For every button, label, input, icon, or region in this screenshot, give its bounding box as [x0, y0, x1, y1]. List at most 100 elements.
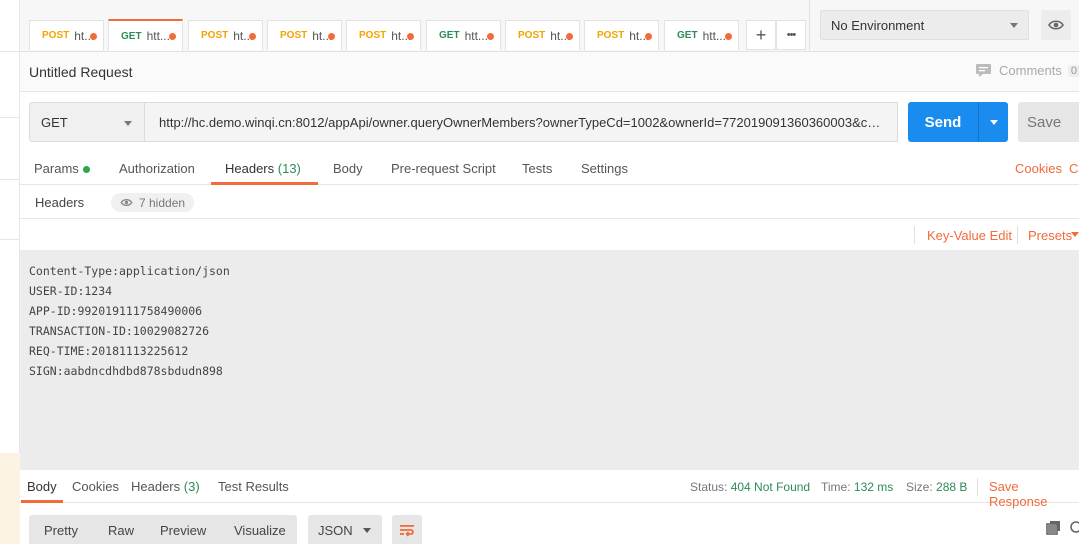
hidden-headers-label: 7 hidden [139, 195, 186, 210]
view-raw-button[interactable]: Raw [108, 523, 134, 538]
method-select[interactable]: GET [29, 102, 145, 142]
view-visualize-button[interactable]: Visualize [234, 523, 286, 538]
unsaved-dot-icon [328, 33, 335, 40]
active-tab-indicator [211, 182, 318, 185]
sidebar-row [0, 118, 20, 180]
presets-link[interactable]: Presets [1028, 228, 1072, 243]
save-button-label: Save [1027, 113, 1062, 131]
request-tab[interactable]: POST ht... [584, 20, 659, 50]
divider [809, 0, 810, 52]
url-input[interactable]: http://hc.demo.winqi.cn:8012/appApi/owne… [145, 102, 898, 142]
request-tab[interactable]: POST ht... [505, 20, 580, 50]
send-options-button[interactable] [978, 102, 1008, 142]
request-title[interactable]: Untitled Request [29, 64, 133, 80]
response-size: Size: 288 B [906, 480, 967, 494]
view-mode-switcher: Pretty Raw Preview Visualize [29, 515, 297, 544]
search-icon[interactable] [1069, 520, 1079, 535]
sidebar-row [0, 52, 20, 118]
tab-method: POST [280, 30, 308, 41]
tab-name: htt... [146, 29, 170, 43]
eye-icon [1048, 20, 1064, 30]
new-tab-button[interactable]: + [746, 20, 776, 50]
response-tab-headers[interactable]: Headers (3) [131, 479, 200, 494]
header-line: REQ-TIME:20181113225612 [29, 344, 189, 358]
sidebar-selected-item[interactable] [0, 453, 20, 544]
divider [977, 478, 978, 496]
tab-body[interactable]: Body [333, 161, 363, 176]
request-tab[interactable]: GET htt... [664, 20, 739, 50]
tab-headers-count: (13) [277, 161, 301, 176]
request-tab[interactable]: POST ht... [267, 20, 342, 50]
header-line: APP-ID:992019111758490006 [29, 304, 203, 318]
chevron-down-icon [363, 528, 371, 533]
more-icon: ••• [786, 29, 797, 41]
request-tab-active[interactable]: GET htt... [108, 19, 183, 51]
tab-name: htt... [464, 28, 488, 43]
url-input-value: http://hc.demo.winqi.cn:8012/appApi/owne… [159, 114, 883, 130]
save-button[interactable]: Save [1018, 102, 1079, 142]
method-select-value: GET [41, 114, 68, 130]
tab-method: GET [439, 30, 460, 41]
response-tabs: Body Cookies Headers (3) Test Results St… [20, 470, 1079, 509]
response-tab-body[interactable]: Body [27, 479, 57, 494]
view-pretty-button[interactable]: Pretty [44, 523, 78, 538]
tab-method: POST [518, 30, 546, 41]
request-tab[interactable]: POST ht... [188, 20, 263, 50]
send-button[interactable]: Send [908, 102, 1008, 142]
tab-method: POST [42, 30, 70, 41]
request-tab[interactable]: GET htt... [426, 20, 501, 50]
cookies-link[interactable]: Cookies [1015, 161, 1062, 176]
tab-authorization[interactable]: Authorization [119, 161, 195, 176]
request-tab[interactable]: POST ht... [29, 20, 104, 50]
tab-method: POST [359, 30, 387, 41]
response-tab-cookies[interactable]: Cookies [72, 479, 119, 494]
active-tab-indicator [21, 500, 63, 503]
chevron-down-icon [124, 121, 132, 126]
tab-headers[interactable]: Headers (13) [225, 161, 301, 176]
divider [1017, 226, 1018, 244]
more-tabs-button[interactable]: ••• [776, 20, 806, 50]
wrap-lines-button[interactable] [392, 515, 422, 544]
response-view-bar: Pretty Raw Preview Visualize JSON [20, 504, 1079, 544]
divider [914, 226, 915, 244]
hidden-headers-toggle[interactable]: 7 hidden [111, 193, 195, 212]
key-value-edit-link[interactable]: Key-Value Edit [927, 228, 1012, 243]
tab-params-label: Params [34, 161, 79, 176]
time-label: Time: [821, 480, 851, 494]
header-line: Content-Type:application/json [29, 264, 230, 278]
environment-quick-look-button[interactable] [1041, 10, 1071, 40]
unsaved-dot-icon [645, 33, 652, 40]
unsaved-dot-icon [169, 33, 176, 40]
params-active-dot-icon [82, 166, 90, 174]
environment-select-value: No Environment [831, 17, 925, 33]
response-tab-headers-label: Headers [131, 479, 181, 494]
header-line: SIGN:aabdncdhdbd878sbdudn898 [29, 364, 223, 378]
copy-icon[interactable] [1046, 520, 1061, 535]
format-select-value: JSON [318, 522, 353, 538]
tab-method: POST [201, 30, 229, 41]
chevron-down-icon [1071, 232, 1079, 237]
response-tab-test-results[interactable]: Test Results [218, 479, 289, 494]
tab-tests[interactable]: Tests [522, 161, 552, 176]
size-value: 288 B [936, 480, 968, 494]
comments-button[interactable]: Comments 0 [975, 63, 1079, 78]
size-label: Size: [906, 480, 933, 494]
view-preview-button[interactable]: Preview [160, 523, 206, 538]
response-status: Status: 404 Not Found [690, 480, 810, 494]
headers-bulk-editor[interactable]: Content-Type:application/json USER-ID:12… [20, 250, 1079, 470]
tab-params[interactable]: Params [34, 161, 90, 176]
format-select[interactable]: JSON [308, 515, 382, 544]
plus-icon: + [755, 24, 767, 45]
environment-select[interactable]: No Environment [820, 10, 1029, 40]
tab-pre-request-script[interactable]: Pre-request Script [391, 161, 496, 176]
code-link[interactable]: Co [1069, 161, 1079, 176]
chevron-down-icon [989, 119, 998, 125]
unsaved-dot-icon [249, 33, 256, 40]
request-section-tabs: Params Authorization Headers (13) Body P… [20, 152, 1079, 185]
tab-settings[interactable]: Settings [581, 161, 628, 176]
headers-toolbar: Headers 7 hidden [20, 186, 1079, 219]
status-value: 404 Not Found [730, 480, 811, 494]
chevron-down-icon [1010, 23, 1018, 28]
tab-name: htt... [702, 28, 726, 43]
request-tab[interactable]: POST ht... [346, 20, 421, 50]
